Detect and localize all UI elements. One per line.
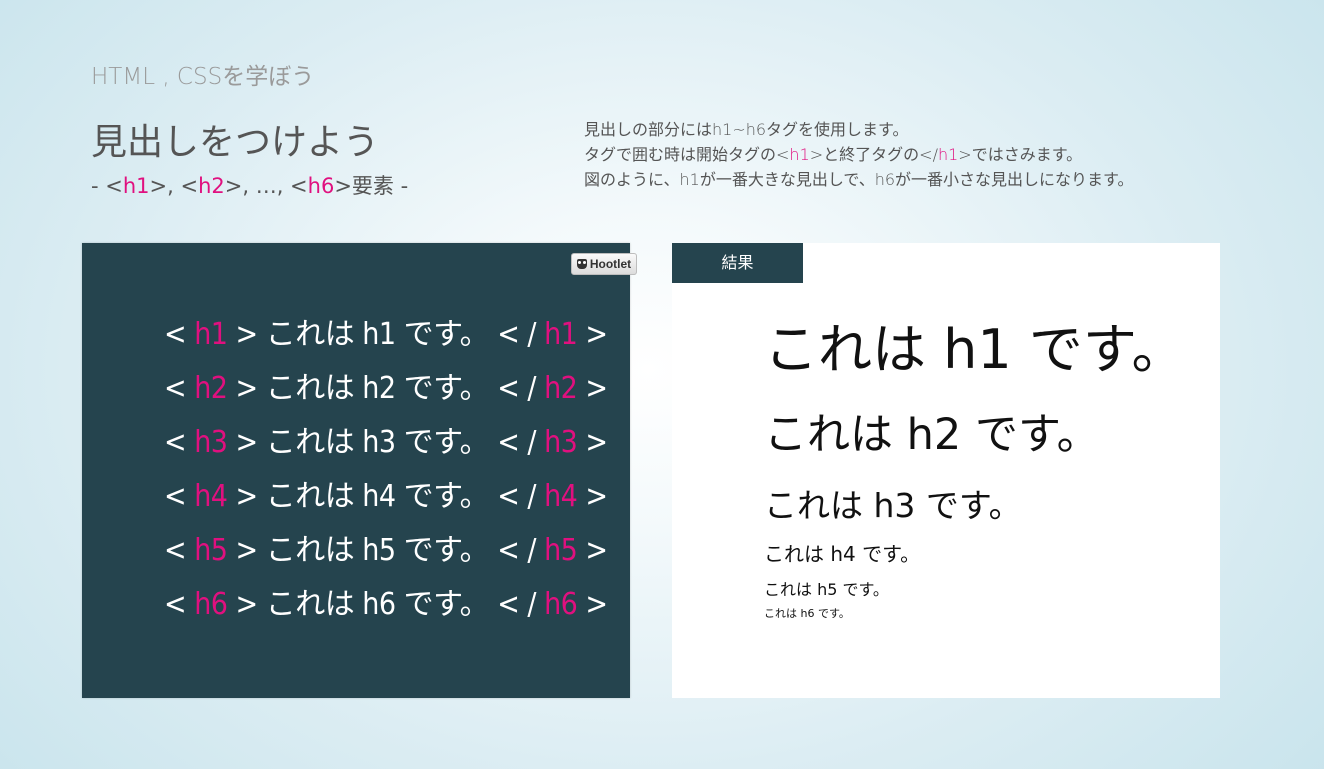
description-text: >と終了タグの</: [809, 145, 938, 164]
code-tag: h2: [544, 371, 578, 406]
code-bracket: <: [164, 533, 195, 568]
code-tag: h3: [194, 425, 228, 460]
subtitle-tag-h6: h6: [307, 174, 335, 198]
code-text: > これは h1 です。 < /: [227, 317, 545, 352]
code-text: > これは h6 です。 < /: [227, 587, 545, 622]
subtitle-tag-h2: h2: [198, 174, 225, 198]
page-subtitle: - <h1>, <h2>, …, <h6>要素 -: [91, 170, 408, 200]
result-panel: 結果 これは h1 です。 これは h2 です。 これは h3 です。 これは …: [672, 243, 1220, 698]
code-tag: h4: [544, 479, 578, 514]
result-heading-h5: これは h5 です。: [764, 580, 889, 599]
description-tag: h1: [937, 145, 959, 164]
description-line: 見出しの部分にはh1~h6タグを使用します。: [584, 120, 909, 139]
code-tag: h1: [544, 317, 578, 352]
subtitle-separator: >, <: [149, 174, 199, 198]
hootlet-button[interactable]: Hootlet: [571, 253, 637, 275]
code-text: > これは h5 です。 < /: [227, 533, 545, 568]
code-panel: Hootlet < h1 > これは h1 です。 < / h1 > < h2 …: [82, 243, 637, 698]
page-title: 見出しをつけよう: [91, 122, 380, 163]
code-bracket: <: [164, 317, 195, 352]
description-line: 図のように、h1が一番大きな見出しで、h6が一番小さな見出しになります。: [584, 170, 1134, 189]
code-bracket: <: [164, 425, 195, 460]
code-tag: h3: [544, 425, 578, 460]
code-bracket: <: [164, 587, 195, 622]
code-tag: h2: [194, 371, 228, 406]
subtitle-suffix: >要素 -: [334, 174, 409, 198]
code-list: < h1 > これは h1 です。 < / h1 > < h2 > これは h2…: [164, 313, 608, 637]
code-bracket: >: [577, 479, 608, 514]
code-line: < h2 > これは h2 です。 < / h2 >: [164, 367, 608, 421]
subtitle-tag-h1: h1: [122, 174, 150, 198]
hootlet-label: Hootlet: [589, 257, 632, 271]
owl-icon: [576, 259, 587, 269]
code-tag: h4: [194, 479, 228, 514]
code-text: > これは h2 です。 < /: [227, 371, 545, 406]
code-tag: h6: [544, 587, 578, 622]
code-tag: h1: [194, 317, 228, 352]
description: 見出しの部分にはh1~h6タグを使用します。 タグで囲む時は開始タグの<h1>と…: [584, 117, 1133, 192]
result-heading-h2: これは h2 です。: [764, 410, 1100, 460]
code-bracket: >: [577, 533, 608, 568]
description-line: タグで囲む時は開始タグの<h1>と終了タグの</h1>ではさみます。: [584, 142, 1133, 167]
subtitle-separator: >, …, <: [224, 174, 308, 198]
code-line: < h6 > これは h6 です。 < / h6 >: [164, 583, 608, 637]
code-tag: h6: [194, 587, 228, 622]
code-text: > これは h3 です。 < /: [227, 425, 545, 460]
code-line: < h3 > これは h3 です。 < / h3 >: [164, 421, 608, 475]
result-heading-h3: これは h3 です。: [764, 486, 1022, 525]
code-bracket: >: [577, 371, 608, 406]
description-text: >ではさみます。: [958, 145, 1083, 164]
course-name: HTML , CSSを学ぼう: [91, 64, 315, 90]
subtitle-prefix: - <: [91, 174, 123, 198]
result-heading-h4: これは h4 です。: [764, 542, 921, 566]
code-line: < h1 > これは h1 です。 < / h1 >: [164, 313, 608, 367]
result-heading-h1: これは h1 です。: [764, 318, 1186, 381]
code-line: < h4 > これは h4 です。 < / h4 >: [164, 475, 608, 529]
code-bracket: >: [577, 587, 608, 622]
code-tag: h5: [544, 533, 578, 568]
code-line: < h5 > これは h5 です。 < / h5 >: [164, 529, 608, 583]
description-tag: h1: [789, 145, 810, 164]
result-tab: 結果: [672, 243, 803, 283]
code-text: > これは h4 です。 < /: [227, 479, 545, 514]
code-tag: h5: [194, 533, 228, 568]
code-bracket: >: [577, 317, 608, 352]
code-bracket: <: [164, 479, 195, 514]
result-heading-h6: これは h6 です。: [764, 607, 850, 620]
description-text: タグで囲む時は開始タグの<: [584, 145, 790, 164]
code-bracket: >: [577, 425, 608, 460]
code-bracket: <: [164, 371, 195, 406]
